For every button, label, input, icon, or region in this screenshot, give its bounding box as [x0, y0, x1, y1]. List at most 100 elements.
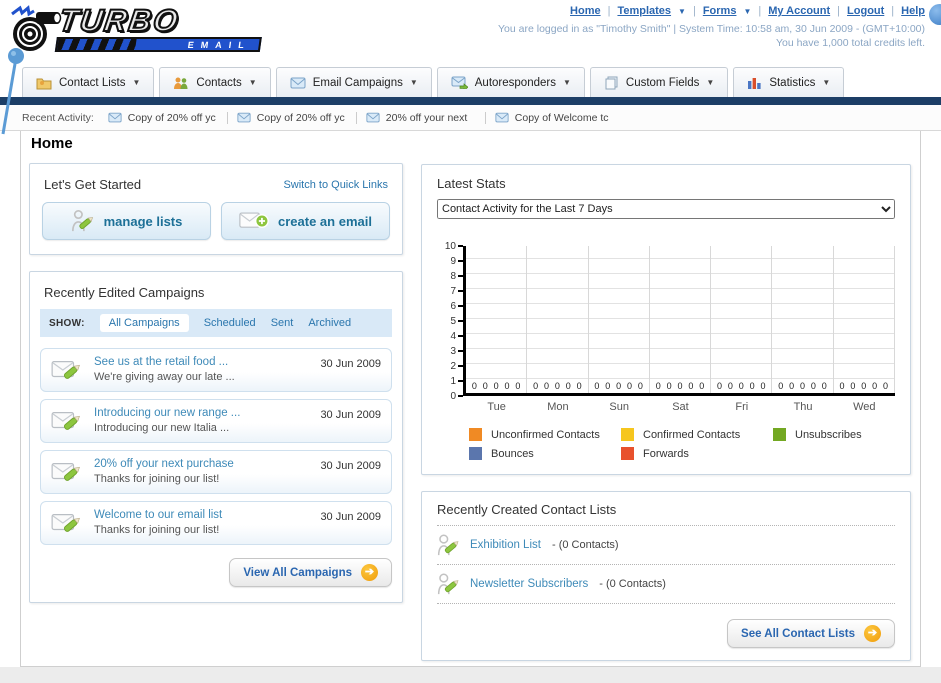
get-started-title: Let's Get Started — [44, 177, 142, 192]
page-title: Home — [31, 135, 73, 152]
top-link-help[interactable]: Help — [901, 5, 925, 17]
tab-contacts[interactable]: Contacts ▼ — [159, 67, 271, 97]
filter-sent[interactable]: Sent — [271, 317, 294, 329]
chart-value: 0 — [554, 381, 560, 391]
tab-label: Custom Fields — [625, 76, 700, 89]
tab-autoresponders[interactable]: Autoresponders ▼ — [436, 67, 585, 97]
legend-item: Forwards — [621, 447, 773, 460]
legend-item: Confirmed Contacts — [621, 428, 773, 441]
top-link-home[interactable]: Home — [570, 5, 601, 17]
app-window: TURBO EMAIL Home | Templates ▼ | Forms ▼… — [0, 0, 941, 683]
logo-subtitle: EMAIL — [187, 39, 252, 50]
chart-value-labels: 00000 — [711, 381, 771, 391]
chart-y-label: 8 — [450, 271, 463, 282]
recent-activity-label: Recent Activity: — [22, 111, 94, 124]
bar-chart-icon — [748, 77, 761, 89]
filter-all-campaigns[interactable]: All Campaigns — [99, 314, 189, 332]
tab-label: Contact Lists — [59, 76, 126, 89]
chevron-down-icon: ▼ — [132, 78, 141, 87]
contact-list-name[interactable]: Newsletter Subscribers — [470, 578, 588, 590]
chart-value: 0 — [716, 381, 722, 391]
right-column: Latest Stats Contact Activity for the La… — [421, 164, 911, 661]
chart-value: 0 — [544, 381, 550, 391]
campaign-row[interactable]: 20% off your next purchase Thanks for jo… — [40, 450, 392, 494]
tab-contact-lists[interactable]: Contact Lists ▼ — [22, 67, 155, 97]
switch-quick-links[interactable]: Switch to Quick Links — [283, 179, 388, 191]
tab-email-campaigns[interactable]: Email Campaigns ▼ — [275, 67, 432, 97]
legend-label: Unsubscribes — [795, 428, 862, 441]
campaign-row[interactable]: Introducing our new range ... Introducin… — [40, 399, 392, 443]
envelope-icon — [237, 112, 251, 123]
contact-list-row[interactable]: Newsletter Subscribers - (0 Contacts) — [437, 565, 895, 604]
button-label: create an email — [278, 213, 372, 229]
arrow-right-icon: ➔ — [864, 625, 881, 642]
chart-day-group: 00000 — [772, 246, 834, 393]
campaign-row[interactable]: Welcome to our email list Thanks for joi… — [40, 501, 392, 545]
chart-day-group: 00000 — [466, 246, 528, 393]
chevron-down-icon: ▼ — [678, 6, 686, 16]
campaign-title[interactable]: Introducing our new range ... — [94, 406, 309, 421]
chart-plot-area: 00000000000000000000000000000000000 — [463, 246, 895, 396]
campaign-title[interactable]: 20% off your next purchase — [94, 457, 309, 472]
chart-value: 0 — [883, 381, 889, 391]
view-all-campaigns-button[interactable]: View All Campaigns ➔ — [229, 558, 392, 587]
chart-x-label: Wed — [853, 401, 876, 413]
campaign-title[interactable]: Welcome to our email list — [94, 508, 309, 523]
tab-custom-fields[interactable]: Custom Fields ▼ — [589, 67, 729, 97]
top-link-forms[interactable]: Forms — [703, 5, 737, 17]
chart-y-label: 4 — [450, 331, 463, 342]
chart-x-label: Sat — [672, 401, 689, 413]
legend-label: Forwards — [643, 447, 689, 460]
help-beacon-icon[interactable] — [929, 4, 941, 25]
envelope-go-icon — [451, 76, 468, 89]
chart-value: 0 — [594, 381, 600, 391]
campaign-row[interactable]: See us at the retail food ... We're givi… — [40, 348, 392, 392]
recent-activity-item[interactable]: Copy of 20% off yc — [108, 111, 228, 124]
filter-scheduled[interactable]: Scheduled — [204, 317, 256, 329]
contact-list-name[interactable]: Exhibition List — [470, 539, 541, 551]
recent-activity-item[interactable]: Copy of Welcome tc — [495, 112, 615, 124]
chart-value: 0 — [627, 381, 633, 391]
envelope-icon — [366, 112, 380, 123]
campaign-subtitle: We're giving away our late ... — [94, 371, 235, 383]
chart-y-label: 0 — [450, 391, 463, 402]
top-link-logout[interactable]: Logout — [847, 5, 884, 17]
logo-title: TURBO — [56, 2, 183, 39]
campaign-title[interactable]: See us at the retail food ... — [94, 355, 309, 370]
manage-lists-button[interactable]: manage lists — [42, 202, 211, 240]
main-nav-tabs: Contact Lists ▼ Contacts ▼ Email Campaig… — [22, 67, 845, 97]
campaign-subtitle: Introducing our new Italia ... — [94, 422, 230, 434]
tab-label: Email Campaigns — [312, 76, 403, 89]
contact-list-row[interactable]: Exhibition List - (0 Contacts) — [437, 526, 895, 565]
campaign-subtitle: Thanks for joining our list! — [94, 473, 220, 485]
chart-y-label: 9 — [450, 256, 463, 267]
tab-statistics[interactable]: Statistics ▼ — [733, 67, 845, 97]
recent-activity-item[interactable]: 20% off your next — [366, 111, 486, 124]
envelope-icon — [108, 112, 122, 123]
see-all-contact-lists-button[interactable]: See All Contact Lists ➔ — [727, 619, 895, 648]
top-link-my-account[interactable]: My Account — [768, 5, 830, 17]
top-link-templates[interactable]: Templates — [617, 5, 671, 17]
stats-period-select[interactable]: Contact Activity for the Last 7 Days — [437, 199, 895, 219]
chart-value: 0 — [800, 381, 806, 391]
chart-value: 0 — [515, 381, 521, 391]
chart-day-group: 00000 — [834, 246, 895, 393]
chart-y-label: 2 — [450, 361, 463, 372]
get-started-panel: Let's Get Started Switch to Quick Links — [29, 163, 403, 255]
legend-swatch — [773, 428, 786, 441]
chart-day-group: 00000 — [650, 246, 712, 393]
chart-day-group: 00000 — [711, 246, 773, 393]
legend-label: Bounces — [491, 447, 534, 460]
chart-value: 0 — [493, 381, 499, 391]
filter-archived[interactable]: Archived — [308, 317, 351, 329]
recent-activity-item[interactable]: Copy of 20% off yc — [237, 111, 357, 124]
chart-value: 0 — [576, 381, 582, 391]
create-email-button[interactable]: create an email — [221, 202, 390, 240]
separator: | — [758, 5, 762, 17]
main-content: Home Let's Get Started Switch to Quick L… — [20, 131, 921, 667]
button-label: View All Campaigns — [243, 566, 352, 579]
person-pencil-icon — [437, 573, 459, 595]
chart-value-labels: 00000 — [589, 381, 649, 391]
chart-value: 0 — [861, 381, 867, 391]
app-logo: TURBO EMAIL — [6, 2, 263, 62]
